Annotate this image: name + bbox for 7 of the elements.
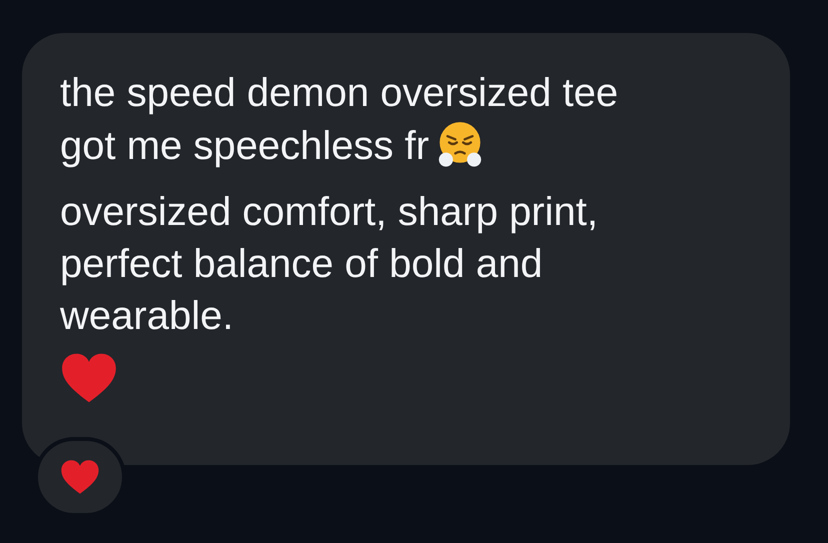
heart-icon [60, 459, 100, 495]
message-text: oversized comfort, sharp print, [60, 190, 598, 234]
message-text: got me speechless fr [60, 124, 430, 168]
message-text: perfect balance of bold and [60, 242, 543, 286]
message-text: the speed demon oversized tee [60, 71, 618, 115]
message-text: wearable. [60, 294, 234, 338]
heart-icon [60, 352, 118, 404]
